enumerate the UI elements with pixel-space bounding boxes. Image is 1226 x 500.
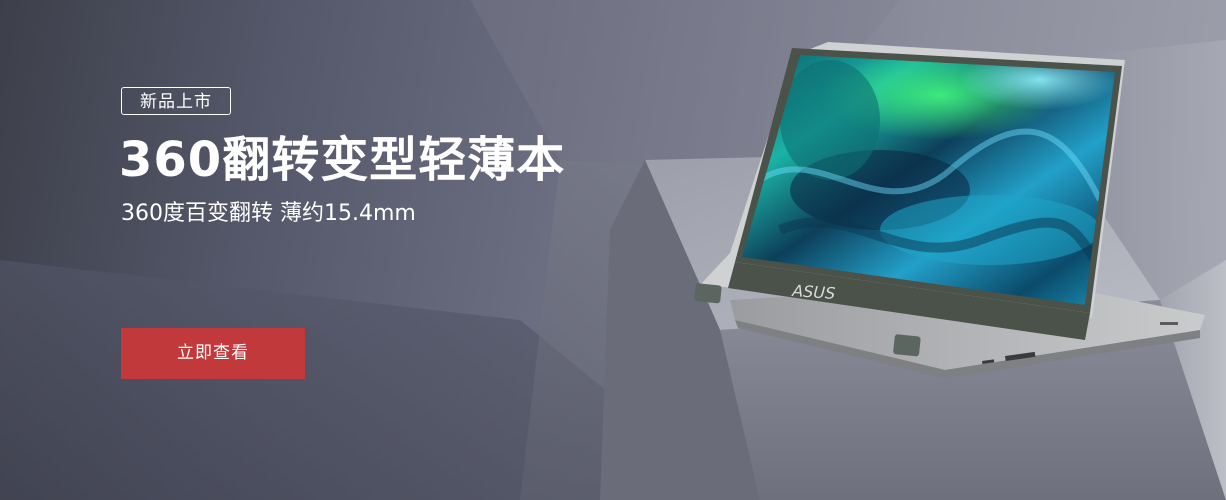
laptop-image: ASUS [694,42,1205,378]
subheadline: 360度百变翻转 薄约15.4mm [121,201,416,226]
laptop-brand-logo: ASUS [791,281,836,303]
new-arrival-badge: 新品上市 [121,87,231,115]
view-now-button[interactable]: 立即查看 [121,328,305,379]
product-banner[interactable]: ASUS 新品上市 360翻转变型轻薄本 360度百变翻转 薄约15.4mm 立… [0,0,1226,500]
headline: 360翻转变型轻薄本 [119,132,566,188]
